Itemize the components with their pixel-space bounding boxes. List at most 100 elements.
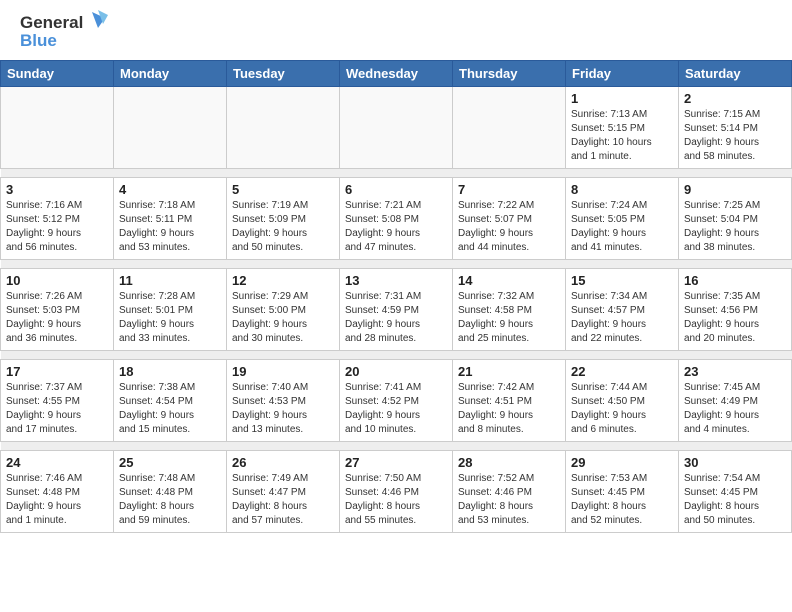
day-number: 29: [571, 455, 673, 470]
calendar-cell: 17 Sunrise: 7:37 AM Sunset: 4:55 PM Dayli…: [1, 360, 114, 442]
calendar-cell: 12 Sunrise: 7:29 AM Sunset: 5:00 PM Dayli…: [227, 269, 340, 351]
day-info: Sunrise: 7:34 AM Sunset: 4:57 PM Dayligh…: [571, 290, 673, 346]
calendar-cell: [227, 87, 340, 169]
calendar-cell: 21 Sunrise: 7:42 AM Sunset: 4:51 PM Dayli…: [453, 360, 566, 442]
day-number: 2: [684, 91, 786, 106]
day-info: Sunrise: 7:35 AM Sunset: 4:56 PM Dayligh…: [684, 290, 786, 346]
day-info: Sunrise: 7:49 AM Sunset: 4:47 PM Dayligh…: [232, 472, 334, 528]
day-info: Sunrise: 7:44 AM Sunset: 4:50 PM Dayligh…: [571, 381, 673, 437]
day-number: 22: [571, 364, 673, 379]
calendar-cell: 29 Sunrise: 7:53 AM Sunset: 4:45 PM Dayli…: [566, 451, 679, 533]
day-info: Sunrise: 7:32 AM Sunset: 4:58 PM Dayligh…: [458, 290, 560, 346]
calendar-cell: 1 Sunrise: 7:13 AM Sunset: 5:15 PM Daylig…: [566, 87, 679, 169]
day-info: Sunrise: 7:37 AM Sunset: 4:55 PM Dayligh…: [6, 381, 108, 437]
calendar-cell: [114, 87, 227, 169]
calendar-cell: 11Sunrise: 7:28 AM Sunset: 5:01 PM Dayli…: [114, 269, 227, 351]
day-number: 9: [684, 182, 786, 197]
day-info: Sunrise: 7:16 AM Sunset: 5:12 PM Dayligh…: [6, 199, 108, 255]
day-info: Sunrise: 7:54 AM Sunset: 4:45 PM Dayligh…: [684, 472, 786, 528]
day-info: Sunrise: 7:13 AM Sunset: 5:15 PM Dayligh…: [571, 108, 673, 164]
day-info: Sunrise: 7:19 AM Sunset: 5:09 PM Dayligh…: [232, 199, 334, 255]
logo-container: General Blue: [20, 10, 110, 55]
calendar-cell: 18Sunrise: 7:38 AM Sunset: 4:54 PM Dayli…: [114, 360, 227, 442]
day-info: Sunrise: 7:26 AM Sunset: 5:03 PM Dayligh…: [6, 290, 108, 346]
day-number: 5: [232, 182, 334, 197]
calendar-cell: 19Sunrise: 7:40 AM Sunset: 4:53 PM Dayli…: [227, 360, 340, 442]
calendar-cell: 2Sunrise: 7:15 AM Sunset: 5:14 PM Daylig…: [679, 87, 792, 169]
row-spacer: [1, 169, 792, 178]
calendar-cell: 30Sunrise: 7:54 AM Sunset: 4:45 PM Dayli…: [679, 451, 792, 533]
row-spacer: [1, 442, 792, 451]
calendar-cell: 15 Sunrise: 7:34 AM Sunset: 4:57 PM Dayli…: [566, 269, 679, 351]
calendar-week-2: 3 Sunrise: 7:16 AM Sunset: 5:12 PM Daylig…: [1, 178, 792, 260]
calendar-cell: 24 Sunrise: 7:46 AM Sunset: 4:48 PM Dayli…: [1, 451, 114, 533]
day-info: Sunrise: 7:22 AM Sunset: 5:07 PM Dayligh…: [458, 199, 560, 255]
day-header-friday: Friday: [566, 61, 679, 87]
day-number: 23: [684, 364, 786, 379]
calendar-cell: 28Sunrise: 7:52 AM Sunset: 4:46 PM Dayli…: [453, 451, 566, 533]
day-header-wednesday: Wednesday: [340, 61, 453, 87]
row-spacer: [1, 351, 792, 360]
day-info: Sunrise: 7:40 AM Sunset: 4:53 PM Dayligh…: [232, 381, 334, 437]
day-number: 14: [458, 273, 560, 288]
calendar-cell: 16Sunrise: 7:35 AM Sunset: 4:56 PM Dayli…: [679, 269, 792, 351]
day-number: 27: [345, 455, 447, 470]
day-info: Sunrise: 7:46 AM Sunset: 4:48 PM Dayligh…: [6, 472, 108, 528]
calendar-cell: [453, 87, 566, 169]
day-number: 7: [458, 182, 560, 197]
calendar-cell: 14 Sunrise: 7:32 AM Sunset: 4:58 PM Dayli…: [453, 269, 566, 351]
calendar-cell: 3 Sunrise: 7:16 AM Sunset: 5:12 PM Daylig…: [1, 178, 114, 260]
day-info: Sunrise: 7:29 AM Sunset: 5:00 PM Dayligh…: [232, 290, 334, 346]
calendar-week-4: 17 Sunrise: 7:37 AM Sunset: 4:55 PM Dayli…: [1, 360, 792, 442]
day-header-saturday: Saturday: [679, 61, 792, 87]
svg-text:Blue: Blue: [20, 31, 57, 50]
day-number: 28: [458, 455, 560, 470]
day-number: 13: [345, 273, 447, 288]
calendar-cell: 8 Sunrise: 7:24 AM Sunset: 5:05 PM Daylig…: [566, 178, 679, 260]
day-info: Sunrise: 7:25 AM Sunset: 5:04 PM Dayligh…: [684, 199, 786, 255]
calendar-cell: 7 Sunrise: 7:22 AM Sunset: 5:07 PM Daylig…: [453, 178, 566, 260]
day-number: 20: [345, 364, 447, 379]
day-number: 24: [6, 455, 108, 470]
day-info: Sunrise: 7:21 AM Sunset: 5:08 PM Dayligh…: [345, 199, 447, 255]
day-number: 3: [6, 182, 108, 197]
logo-svg: General Blue: [20, 10, 110, 55]
day-header-tuesday: Tuesday: [227, 61, 340, 87]
day-info: Sunrise: 7:53 AM Sunset: 4:45 PM Dayligh…: [571, 472, 673, 528]
calendar-cell: 27 Sunrise: 7:50 AM Sunset: 4:46 PM Dayli…: [340, 451, 453, 533]
day-info: Sunrise: 7:18 AM Sunset: 5:11 PM Dayligh…: [119, 199, 221, 255]
calendar-cell: 26Sunrise: 7:49 AM Sunset: 4:47 PM Dayli…: [227, 451, 340, 533]
calendar-cell: 5 Sunrise: 7:19 AM Sunset: 5:09 PM Daylig…: [227, 178, 340, 260]
calendar-week-3: 10Sunrise: 7:26 AM Sunset: 5:03 PM Dayli…: [1, 269, 792, 351]
day-number: 18: [119, 364, 221, 379]
calendar-cell: 22 Sunrise: 7:44 AM Sunset: 4:50 PM Dayli…: [566, 360, 679, 442]
day-info: Sunrise: 7:42 AM Sunset: 4:51 PM Dayligh…: [458, 381, 560, 437]
calendar-week-5: 24 Sunrise: 7:46 AM Sunset: 4:48 PM Dayli…: [1, 451, 792, 533]
day-number: 21: [458, 364, 560, 379]
calendar-cell: 13 Sunrise: 7:31 AM Sunset: 4:59 PM Dayli…: [340, 269, 453, 351]
day-number: 17: [6, 364, 108, 379]
calendar-cell: 25Sunrise: 7:48 AM Sunset: 4:48 PM Dayli…: [114, 451, 227, 533]
day-number: 11: [119, 273, 221, 288]
day-info: Sunrise: 7:31 AM Sunset: 4:59 PM Dayligh…: [345, 290, 447, 346]
row-spacer: [1, 260, 792, 269]
day-info: Sunrise: 7:50 AM Sunset: 4:46 PM Dayligh…: [345, 472, 447, 528]
calendar-header-row: SundayMondayTuesdayWednesdayThursdayFrid…: [1, 61, 792, 87]
calendar-cell: 20 Sunrise: 7:41 AM Sunset: 4:52 PM Dayli…: [340, 360, 453, 442]
day-number: 1: [571, 91, 673, 106]
calendar-cell: [340, 87, 453, 169]
calendar-cell: 9 Sunrise: 7:25 AM Sunset: 5:04 PM Daylig…: [679, 178, 792, 260]
calendar-cell: 23 Sunrise: 7:45 AM Sunset: 4:49 PM Dayli…: [679, 360, 792, 442]
calendar: SundayMondayTuesdayWednesdayThursdayFrid…: [0, 60, 792, 533]
calendar-cell: [1, 87, 114, 169]
day-number: 8: [571, 182, 673, 197]
day-number: 15: [571, 273, 673, 288]
calendar-cell: 6Sunrise: 7:21 AM Sunset: 5:08 PM Daylig…: [340, 178, 453, 260]
day-number: 4: [119, 182, 221, 197]
day-number: 12: [232, 273, 334, 288]
day-info: Sunrise: 7:45 AM Sunset: 4:49 PM Dayligh…: [684, 381, 786, 437]
day-info: Sunrise: 7:24 AM Sunset: 5:05 PM Dayligh…: [571, 199, 673, 255]
calendar-week-1: 1 Sunrise: 7:13 AM Sunset: 5:15 PM Daylig…: [1, 87, 792, 169]
day-info: Sunrise: 7:41 AM Sunset: 4:52 PM Dayligh…: [345, 381, 447, 437]
calendar-cell: 10Sunrise: 7:26 AM Sunset: 5:03 PM Dayli…: [1, 269, 114, 351]
